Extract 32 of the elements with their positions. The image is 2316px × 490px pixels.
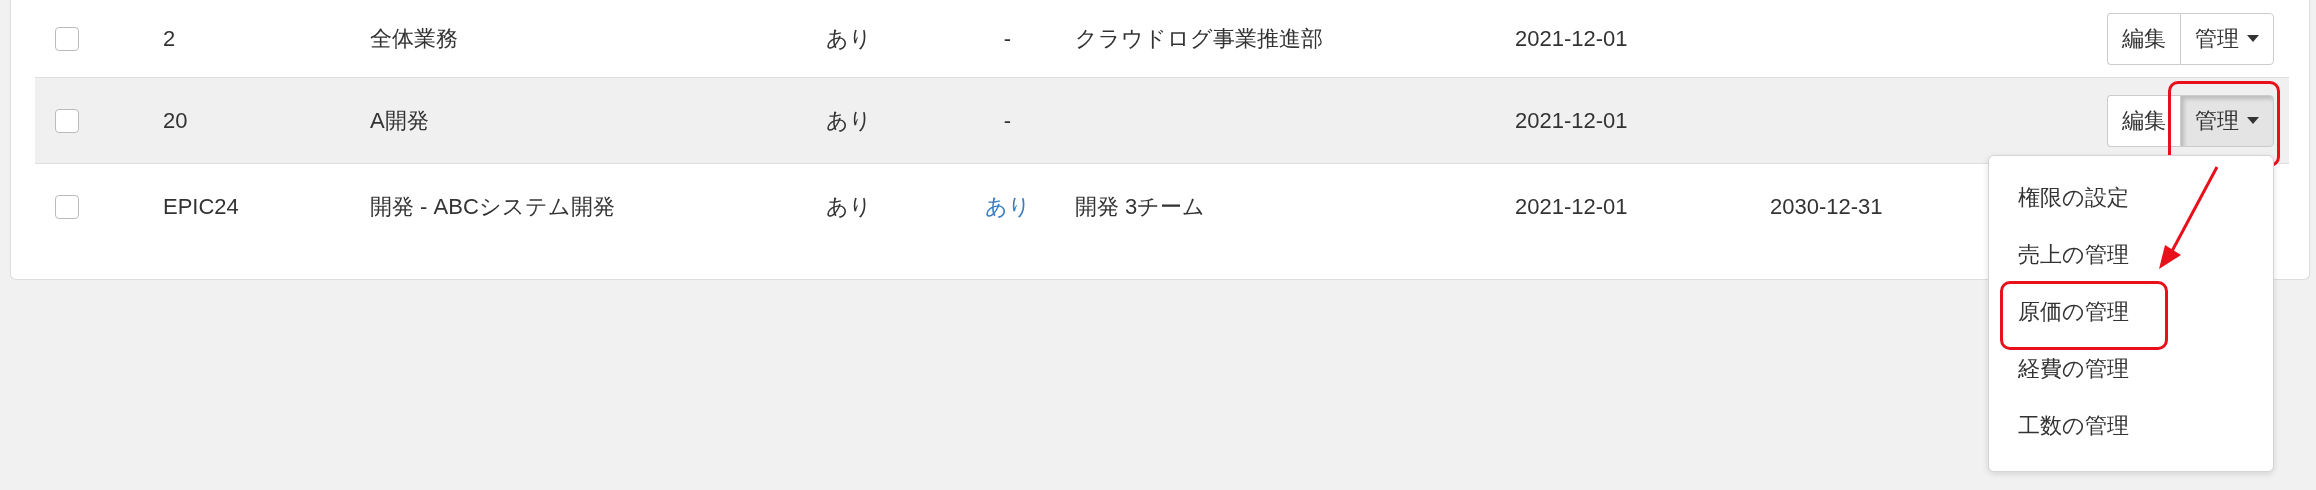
row-checkbox[interactable]: [55, 194, 79, 219]
row-checkbox[interactable]: [55, 108, 79, 133]
end-date-cell: 2030-12-31: [1770, 193, 1883, 220]
edit-button[interactable]: 編集: [2107, 94, 2180, 147]
code-cell: 2: [163, 25, 176, 52]
menu-item[interactable]: 工数の管理: [1989, 397, 2273, 455]
table-cell-text: あり: [826, 106, 872, 135]
edit-button[interactable]: 編集: [2107, 12, 2180, 65]
table-cell-text: あり: [826, 192, 872, 221]
table-cell-text: あり: [826, 24, 872, 53]
table-cell: -: [1003, 107, 1012, 134]
menu-item[interactable]: 経費の管理: [1989, 340, 2273, 398]
start-date-cell: 2021-12-01: [1515, 25, 1628, 52]
row-checkbox[interactable]: [55, 26, 79, 51]
caret-icon: [2247, 34, 2259, 43]
start-date-cell: 2021-12-01: [1515, 107, 1628, 134]
code-cell: EPIC24: [163, 193, 239, 220]
code-cell: 20: [163, 107, 188, 134]
table-link[interactable]: あり: [984, 191, 1031, 222]
manage-dropdown-button[interactable]: 管理: [2180, 94, 2274, 147]
caret-icon: [2247, 116, 2259, 125]
start-date-cell: 2021-12-01: [1515, 193, 1628, 220]
name-cell-text: 全体業務: [370, 24, 458, 53]
department-cell-text: クラウドログ事業推進部: [1075, 24, 1323, 53]
name-cell-text: A開発: [370, 106, 429, 135]
department-cell-text: 開発 3チーム: [1075, 192, 1206, 221]
name-cell-text: 開発 - ABCシステム開発: [370, 192, 615, 221]
menu-item[interactable]: 売上の管理: [1989, 226, 2273, 284]
menu-item[interactable]: 権限の設定: [1989, 169, 2273, 227]
table-cell: -: [1003, 25, 1012, 52]
manage-dropdown-button[interactable]: 管理: [2180, 12, 2274, 65]
menu-item[interactable]: 原価の管理: [1989, 283, 2273, 341]
